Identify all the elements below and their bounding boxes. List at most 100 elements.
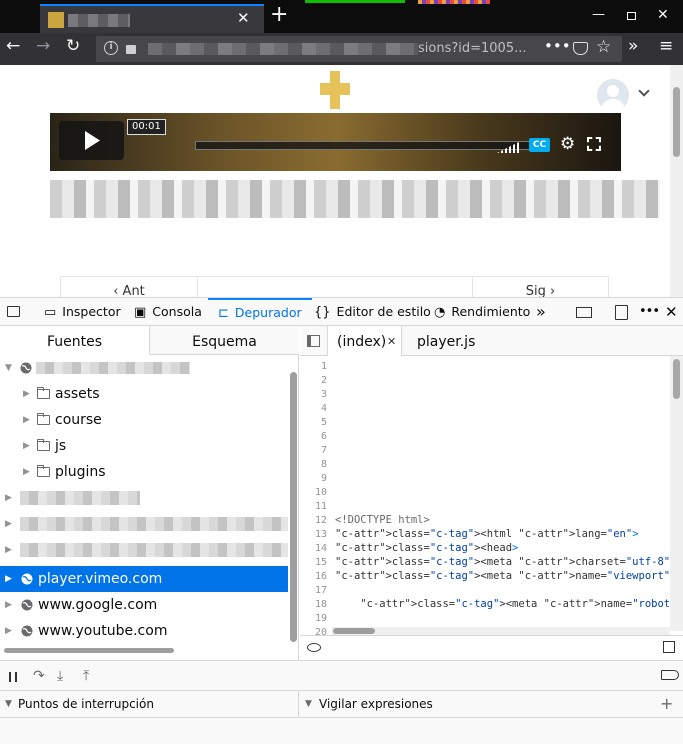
breakpoints-label: Puntos de interrupción — [18, 697, 154, 711]
video-time-tooltip: 00:01 — [127, 119, 166, 135]
folder-icon — [37, 387, 50, 399]
debugger-command-bar: ↷ ⤓ ⤒ — [0, 661, 683, 691]
tab-label: Rendimiento — [451, 304, 531, 319]
chevron-down-icon[interactable] — [638, 85, 650, 97]
tab-close-icon[interactable]: ✕ — [237, 11, 250, 26]
close-icon[interactable]: ✕ — [657, 8, 669, 22]
more-tools-icon[interactable]: » — [628, 38, 638, 55]
tree-folder[interactable]: ▶ assets — [0, 381, 288, 407]
editor-pane: (index) ✕ player.js 1 2 3 4 5 6 7 8 9 10 11 12 13 14 1… — [300, 326, 683, 660]
tab-title-redacted — [68, 14, 130, 27]
chevron-down-icon: ▼ — [305, 699, 312, 709]
maximize-icon[interactable] — [627, 12, 636, 20]
settings-gear-icon[interactable]: ⚙ — [560, 136, 577, 153]
play-button[interactable] — [59, 121, 124, 160]
tree-domain-google[interactable]: ▶ www.google.com — [0, 592, 288, 618]
more-tabs-icon[interactable]: » — [536, 298, 546, 326]
close-tab-icon[interactable]: ✕ — [387, 326, 396, 358]
tab-style-editor[interactable]: {} Editor de estilo — [314, 298, 431, 326]
info-icon[interactable]: i — [104, 41, 118, 55]
browser-tab-active[interactable]: ✕ — [40, 4, 264, 33]
editor-footer — [300, 635, 683, 660]
tab-debugger[interactable]: ⊏ Depurador — [208, 298, 312, 326]
chevron-down-icon: ▼ — [5, 363, 12, 373]
watch-expressions-header[interactable]: ▼ Vigilar expresiones + — [300, 691, 683, 717]
folder-icon — [37, 465, 50, 477]
devtools-close-icon[interactable]: ✕ — [665, 298, 678, 326]
breakpoints-header[interactable]: ▼ Puntos de interrupción — [0, 691, 299, 717]
tree-scrollbar[interactable] — [289, 372, 298, 642]
add-watch-button[interactable]: + — [660, 691, 673, 717]
step-in-icon[interactable]: ⤓ — [57, 668, 63, 684]
tab-console[interactable]: ▣ Consola — [134, 298, 202, 326]
folder-label: js — [55, 438, 67, 454]
pause-icon[interactable] — [9, 672, 17, 682]
tree-folder[interactable]: ▶ js — [0, 433, 288, 459]
url-text: sions?id=1005... — [418, 41, 527, 56]
tree-redacted-row[interactable]: ▶ — [0, 485, 288, 511]
prev-link[interactable]: ‹ Ant — [60, 276, 198, 297]
editor-scrollbar[interactable] — [670, 356, 683, 631]
tree-redacted-row[interactable]: ▶ — [0, 537, 288, 563]
debugger-bottom-panels: ↷ ⤓ ⤒ ▼ Puntos de interrupción ▼ Vigilar… — [0, 660, 683, 744]
dock-layout-icon[interactable] — [576, 307, 592, 318]
tree-redacted-row[interactable]: ▶ — [0, 511, 288, 537]
tree-domain-youtube[interactable]: ▶ www.youtube.com — [0, 618, 288, 644]
chevron-down-icon: ▼ — [5, 699, 12, 709]
toggle-sources-icon[interactable] — [307, 335, 320, 347]
page-scrollbar[interactable] — [670, 65, 683, 297]
tree-root-domain[interactable]: ▼ — [0, 355, 288, 381]
reload-icon[interactable]: ↻ — [66, 38, 80, 55]
tab-sources[interactable]: Fuentes — [0, 326, 150, 355]
other-tab-indicator[interactable] — [418, 0, 490, 4]
style-editor-icon: {} — [314, 305, 331, 320]
tab-inspector[interactable]: ▭ Inspector — [44, 298, 121, 326]
devtools-options-icon[interactable]: ••• — [639, 298, 660, 326]
code-line: "c-attr">class="c-tag"><head> — [335, 542, 519, 554]
pocket-icon[interactable] — [573, 42, 588, 55]
domain-label: www.google.com — [38, 597, 158, 613]
editor-tab-index[interactable]: (index) ✕ — [327, 326, 402, 357]
cc-button[interactable]: CC — [529, 138, 550, 152]
separate-window-icon[interactable] — [615, 305, 628, 320]
step-over-icon[interactable]: ↷ — [33, 668, 45, 684]
web-page: CC ⚙ ‹ Ant Sig › — [0, 65, 683, 297]
pretty-print-eye-icon[interactable] — [307, 643, 321, 652]
next-link[interactable]: Sig › — [472, 276, 609, 297]
minimize-icon[interactable]: — — [592, 8, 605, 21]
url-bar[interactable]: i sions?id=1005... ••• ☆ — [96, 36, 622, 62]
tree-horizontal-scrollbar[interactable] — [4, 648, 174, 653]
devtools-toolbar: ▭ Inspector ▣ Consola ⊏ Depurador {} Editor … — [0, 297, 683, 326]
back-icon[interactable]: ← — [6, 38, 20, 55]
other-tab-indicator[interactable] — [305, 0, 405, 3]
new-tab-button[interactable]: + — [270, 4, 288, 26]
folder-icon — [37, 439, 50, 451]
code-area[interactable]: <!DOCTYPE html> "c-attr">class="c-tag"><h… — [300, 356, 670, 628]
page-actions-icon[interactable]: ••• — [544, 39, 571, 54]
menu-icon[interactable]: ≡ — [659, 38, 673, 55]
collapse-panel-icon[interactable] — [663, 641, 675, 653]
lock-icon[interactable] — [126, 45, 136, 54]
forward-icon[interactable]: → — [36, 38, 50, 55]
editor-horizontal-scrollbar[interactable] — [332, 627, 670, 635]
chevron-right-icon: ▶ — [5, 626, 12, 636]
step-out-icon[interactable]: ⤒ — [83, 668, 89, 684]
tree-folder[interactable]: ▶ course — [0, 407, 288, 433]
globe-icon — [21, 573, 33, 585]
deactivate-breakpoints-icon[interactable] — [661, 670, 679, 680]
tab-performance[interactable]: ◔ Rendimiento — [434, 298, 530, 326]
bookmark-star-icon[interactable]: ☆ — [596, 39, 611, 56]
site-logo — [320, 71, 350, 109]
fullscreen-icon[interactable] — [587, 137, 601, 151]
editor-tabs: (index) ✕ player.js — [300, 326, 683, 357]
tree-domain-vimeo[interactable]: ▶ player.vimeo.com — [0, 566, 288, 592]
tree-folder[interactable]: ▶ plugins — [0, 459, 288, 485]
tab-outline[interactable]: Esquema — [150, 326, 299, 355]
sources-pane: Fuentes Esquema ▼ ▶ assets ▶ course ▶ js… — [0, 326, 299, 660]
element-picker-icon[interactable] — [7, 306, 20, 317]
editor-tab-player-js[interactable]: player.js — [417, 326, 475, 356]
pager-middle — [197, 276, 473, 297]
video-progress-bar[interactable] — [195, 141, 535, 150]
user-avatar[interactable] — [597, 79, 629, 111]
tab-label: Consola — [152, 304, 202, 319]
